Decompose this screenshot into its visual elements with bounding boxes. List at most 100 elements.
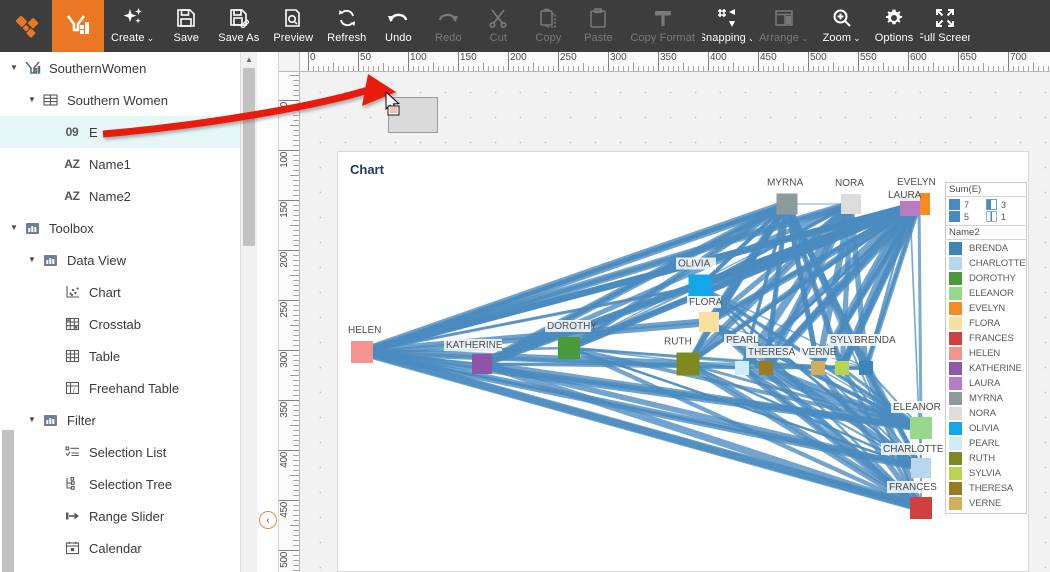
sidebar-item-selection-list[interactable]: ▼ Selection List [0, 436, 240, 468]
full-screen-button[interactable]: Full Screen [920, 0, 970, 52]
sidebar-item-chart[interactable]: ▼ Chart [0, 276, 240, 308]
drag-ghost-placeholder [388, 97, 438, 133]
ruler-h-tick [358, 52, 359, 71]
legend-item[interactable]: SYLVIA [949, 466, 1023, 481]
legend-item[interactable]: MYRNA [949, 391, 1023, 406]
scrollbar-thumb[interactable] [243, 68, 255, 246]
sidebar-item-southernwomen[interactable]: ▼ SouthernWomen [0, 52, 240, 84]
dataset-toolbox-sidebar[interactable]: ▼SouthernWomen▼Southern Women▼09E▼AZName… [0, 52, 240, 572]
node-marker[interactable] [472, 354, 492, 374]
legend-color-swatch [949, 257, 962, 270]
legend-item[interactable]: EVELYN [949, 301, 1023, 316]
refresh-button[interactable]: Refresh [320, 0, 373, 52]
legend-item[interactable]: OLIVIA [949, 421, 1023, 436]
save-as-label: Save As [218, 32, 260, 44]
legend-item[interactable]: FLORA [949, 316, 1023, 331]
sidebar-item-crosstab[interactable]: ▼ Crosstab [0, 308, 240, 340]
options-button[interactable]: Options [868, 0, 921, 52]
twisty-expanded-icon[interactable]: ▼ [6, 224, 22, 232]
cut-label: Cut [489, 32, 508, 44]
legend-size-value: 5 [964, 211, 970, 222]
node-marker[interactable] [835, 361, 849, 375]
node-marker[interactable] [735, 361, 749, 375]
node-label: THERESA [748, 347, 796, 358]
save-as-button[interactable]: Save As [211, 0, 266, 52]
ruler-v-tick [293, 495, 299, 496]
sidebar-scrollbar[interactable]: ▲ [240, 52, 257, 572]
app-logo-icon[interactable] [0, 0, 52, 52]
network-chart-svg[interactable]: HELENKATHERINEDOROTHYRUTH PEARLTHERESA VER… [338, 178, 1030, 572]
chart-panel[interactable]: Chart HELEN KATHERINE DOROTHY RUTH PEARL THER… [337, 151, 1029, 572]
create-button[interactable]: Create ⌄ [104, 0, 161, 52]
design-canvas[interactable]: Chart HELEN KATHERINE DOROTHY RUTH PEARL THER… [300, 72, 1050, 572]
node-marker[interactable] [911, 458, 931, 478]
twisty-spacer: ▼ [46, 128, 62, 136]
sidebar-item-range-slider[interactable]: ▼ Range Slider [0, 500, 240, 532]
legend-size-swatch [949, 211, 960, 222]
legend-item[interactable]: CHARLOTTE [949, 256, 1026, 271]
node-marker[interactable] [776, 193, 798, 215]
legend-item[interactable]: NORA [949, 406, 1023, 421]
legend-item[interactable]: RUTH [949, 451, 1023, 466]
collapse-panel-button[interactable]: ‹ [259, 511, 277, 529]
ruler-h-tick [708, 52, 709, 71]
node-marker[interactable] [558, 337, 580, 359]
legend-item[interactable]: PEARL [949, 436, 1023, 451]
ruler-v-tick [293, 230, 299, 231]
sidebar-item-e[interactable]: ▼09 E [0, 116, 240, 148]
node-marker[interactable] [676, 352, 700, 376]
legend-item[interactable]: KATHERINE [949, 361, 1023, 376]
save-button[interactable]: Save [161, 0, 211, 52]
node-marker[interactable] [699, 312, 719, 332]
legend-item[interactable]: VERNE [949, 496, 1023, 511]
legend-item[interactable]: FRANCES [949, 331, 1023, 346]
scrollbar-lower-track[interactable] [2, 430, 14, 572]
twisty-expanded-icon[interactable]: ▼ [24, 416, 40, 424]
twisty-expanded-icon[interactable]: ▼ [6, 64, 22, 72]
legend-item[interactable]: ELEANOR [949, 286, 1023, 301]
node-label: LAURA [888, 190, 922, 201]
visual-analytics-icon[interactable] [52, 0, 104, 52]
node-marker[interactable] [811, 361, 825, 375]
ruler-v-tick-label: 300 [279, 352, 290, 368]
twisty-expanded-icon[interactable]: ▼ [24, 96, 40, 104]
scroll-up-arrow-icon[interactable]: ▲ [241, 52, 257, 66]
legend-item[interactable]: DOROTHY [949, 271, 1023, 286]
legend-item[interactable]: THERESA [949, 481, 1023, 496]
ruler-v-tick [293, 370, 299, 371]
node-marker[interactable] [910, 497, 932, 519]
ruler-h-tick-label: 500 [810, 52, 827, 63]
sidebar-item-filter[interactable]: ▼ Filter [0, 404, 240, 436]
node-marker[interactable] [351, 341, 373, 363]
sidebar-item-toolbox[interactable]: ▼ Toolbox [0, 212, 240, 244]
sidebar-item-name1[interactable]: ▼AZ Name1 [0, 148, 240, 180]
sidebar-item-selection-tree[interactable]: ▼ Selection Tree [0, 468, 240, 500]
legend-color-swatch [949, 482, 962, 495]
sidebar-item-table[interactable]: ▼ Table [0, 340, 240, 372]
sidebar-item-freehand-table[interactable]: ▼f Freehand Table [0, 372, 240, 404]
ruler-v-tick [293, 485, 299, 486]
legend-item[interactable]: LAURA [949, 376, 1023, 391]
twisty-expanded-icon[interactable]: ▼ [24, 256, 40, 264]
snapping-button[interactable]: Snapping ⌄ [702, 0, 752, 52]
toolbox-icon [22, 219, 42, 237]
options-label: Options [874, 32, 914, 44]
legend-item[interactable]: BRENDA [949, 241, 1023, 256]
sidebar-item-data-view[interactable]: ▼ Data View [0, 244, 240, 276]
ruler-v-tick [293, 115, 299, 116]
zoom-button[interactable]: Zoom ⌄ [816, 0, 868, 52]
twisty-spacer: ▼ [46, 480, 62, 488]
node-marker[interactable] [910, 417, 932, 439]
node-marker[interactable] [841, 194, 861, 214]
calendar-icon [62, 539, 82, 557]
sidebar-item-calendar[interactable]: ▼ Calendar [0, 532, 240, 564]
ruler-h-tick-label: 50 [360, 52, 372, 63]
sidebar-item-name2[interactable]: ▼AZ Name2 [0, 180, 240, 212]
node-marker[interactable] [759, 361, 773, 375]
sidebar-item-southern-women[interactable]: ▼ Southern Women [0, 84, 240, 116]
undo-button[interactable]: Undo [373, 0, 423, 52]
legend-item[interactable]: HELEN [949, 346, 1023, 361]
node-marker[interactable] [859, 361, 873, 375]
preview-button[interactable]: Preview [266, 0, 320, 52]
node-marker[interactable] [688, 274, 712, 298]
